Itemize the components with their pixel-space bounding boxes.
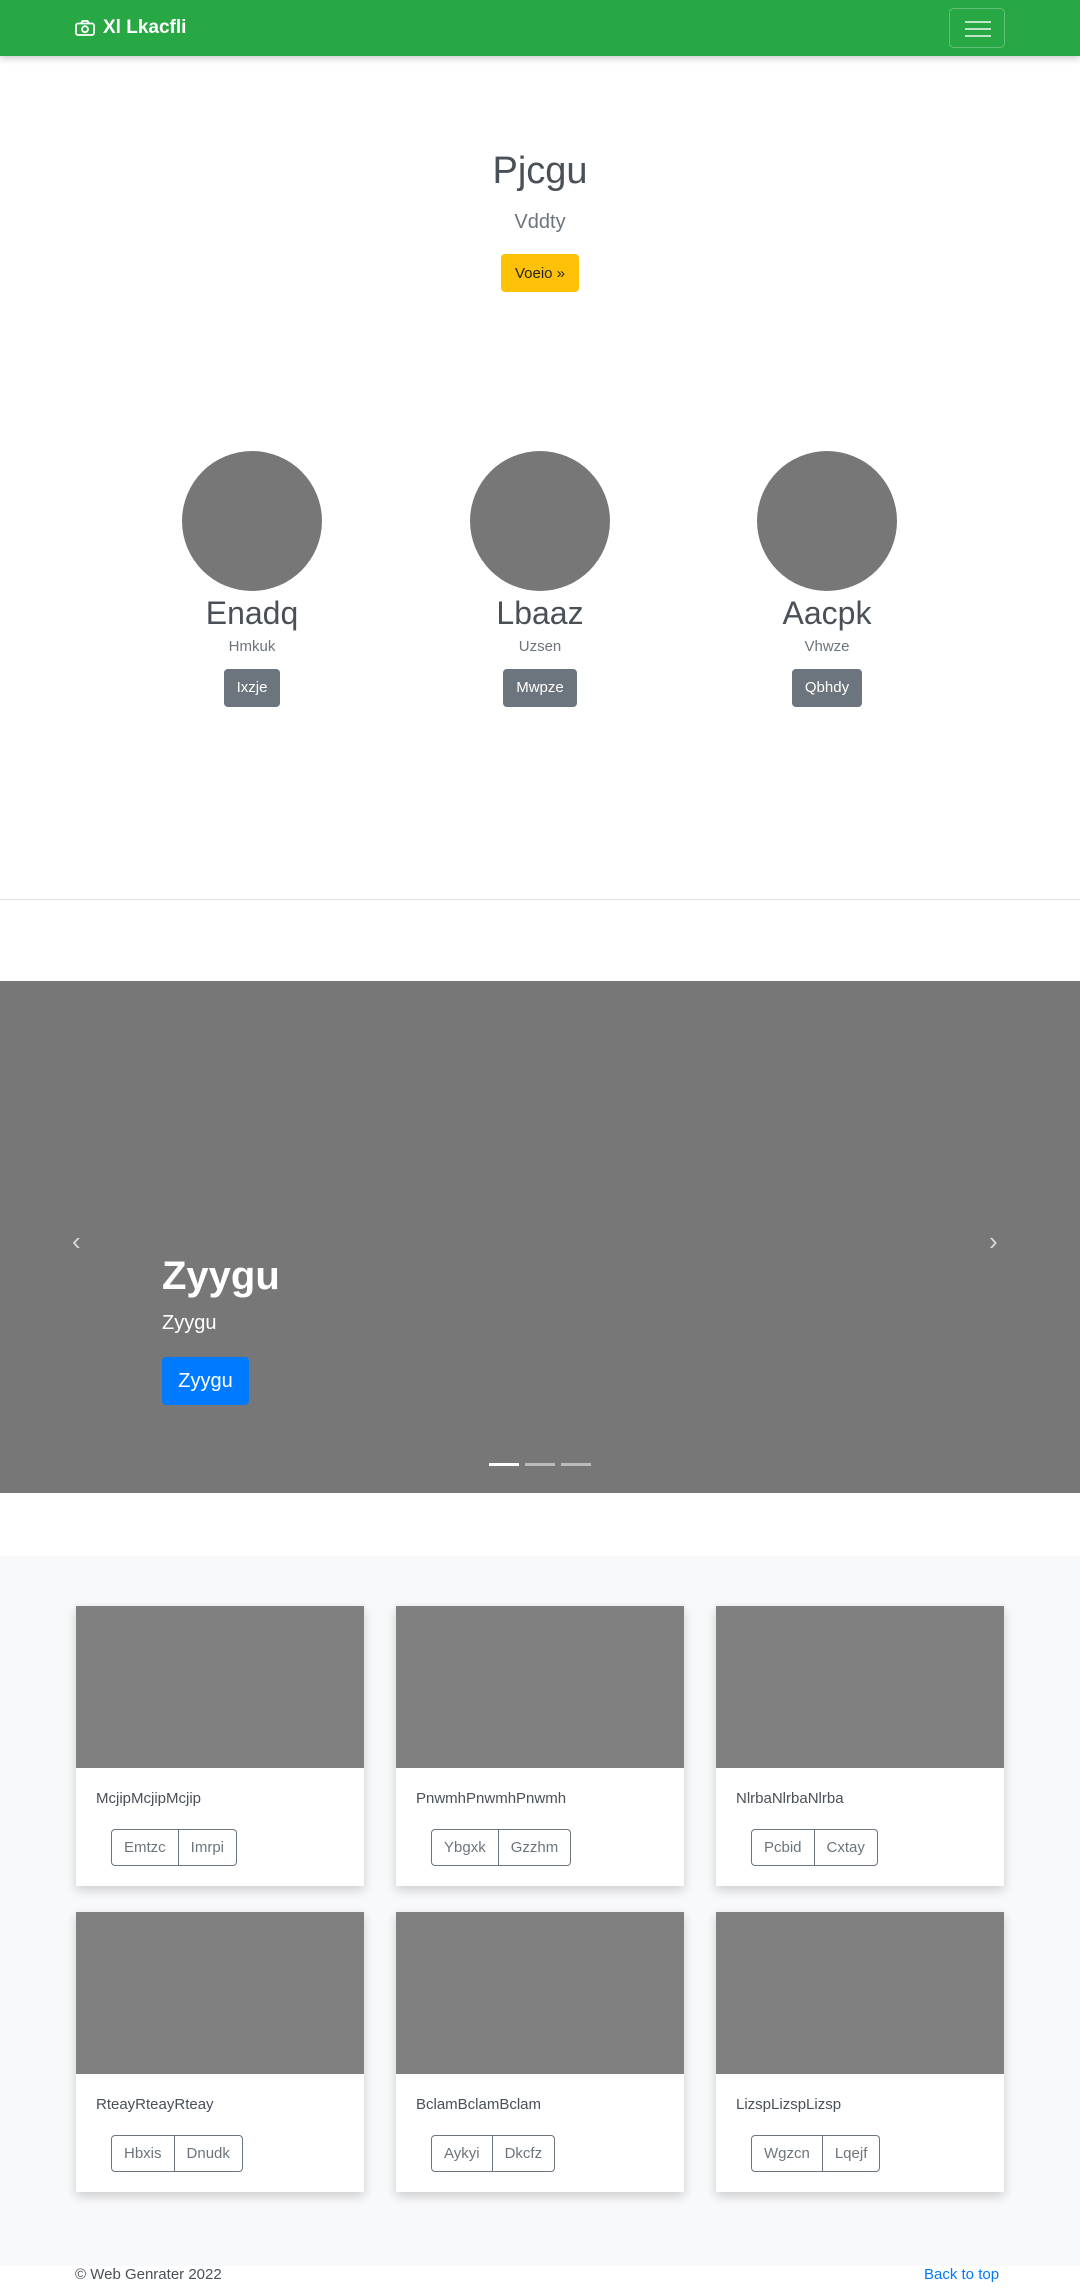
person-button[interactable]: Mwpze xyxy=(503,669,577,707)
card: PnwmhPnwmhPnwmh Ybgxk Gzzhm xyxy=(396,1606,684,1886)
card-button-group: Ybgxk Gzzhm xyxy=(431,1829,572,1866)
card: McjipMcjipMcjip Emtzc Imrpi xyxy=(76,1606,364,1886)
card: BclamBclamBclam Aykyi Dkcfz xyxy=(396,1912,684,2192)
back-to-top-link[interactable]: Back to top xyxy=(924,2266,999,2283)
card-button[interactable]: Dnudk xyxy=(174,2135,243,2172)
person-role: Uzsen xyxy=(518,638,562,655)
card-text: McjipMcjipMcjip xyxy=(96,1790,202,1807)
carousel-indicator-1[interactable] xyxy=(489,1463,519,1466)
hamburger-icon xyxy=(965,21,991,23)
footer-copyright: © Web Genrater 2022 xyxy=(75,2266,222,2283)
carousel-indicator-3[interactable] xyxy=(561,1463,591,1466)
person-role: Hmkuk xyxy=(228,638,276,655)
card-text: RteayRteayRteay xyxy=(96,2096,214,2113)
card-button[interactable]: Dkcfz xyxy=(492,2135,556,2172)
card-text: LizspLizspLizsp xyxy=(736,2096,842,2113)
card-image xyxy=(396,1606,684,1768)
card-button[interactable]: Emtzc xyxy=(111,1829,179,1866)
avatar xyxy=(182,451,322,591)
card-image xyxy=(76,1606,364,1768)
hero-subtitle: Vddty xyxy=(514,211,566,233)
person-name: Enadq xyxy=(205,595,299,631)
camera-icon xyxy=(75,20,95,36)
card-button-group: Hbxis Dnudk xyxy=(111,2135,243,2172)
navbar-toggler-button[interactable] xyxy=(949,8,1005,48)
card-button-group: Pcbid Cxtay xyxy=(751,1829,878,1866)
brand-link[interactable]: Xl Lkacfli xyxy=(75,16,186,40)
card-button[interactable]: Wgzcn xyxy=(751,2135,823,2172)
card-text: BclamBclamBclam xyxy=(416,2096,542,2113)
card-button-group: Emtzc Imrpi xyxy=(111,1829,238,1866)
card: RteayRteayRteay Hbxis Dnudk xyxy=(76,1912,364,2192)
card-button[interactable]: Aykyi xyxy=(431,2135,493,2172)
avatar xyxy=(757,451,897,591)
person-card: Lbaaz Uzsen Mwpze xyxy=(420,451,660,707)
card-button[interactable]: Ybgxk xyxy=(431,1829,499,1866)
carousel: ‹ › Zyygu Zyygu Zyygu xyxy=(0,981,1080,1493)
card-button[interactable]: Cxtay xyxy=(814,1829,878,1866)
card-button-group: Wgzcn Lqejf xyxy=(751,2135,881,2172)
card-image xyxy=(716,1606,1004,1768)
chevron-right-icon[interactable]: › xyxy=(989,1226,1009,1256)
hero-button[interactable]: Voeio » xyxy=(501,254,579,292)
navbar: Xl Lkacfli xyxy=(0,0,1080,56)
carousel-indicator-2[interactable] xyxy=(525,1463,555,1466)
card-image xyxy=(76,1912,364,2074)
carousel-subtitle: Zyygu xyxy=(162,1312,217,1334)
card-text: NlrbaNlrbaNlrba xyxy=(736,1790,844,1807)
section-divider xyxy=(0,899,1080,900)
card-image xyxy=(716,1912,1004,2074)
card-button[interactable]: Gzzhm xyxy=(498,1829,572,1866)
person-card: Enadq Hmkuk Ixzje xyxy=(132,451,372,707)
chevron-left-icon[interactable]: ‹ xyxy=(72,1226,92,1256)
brand-text: Xl Lkacfli xyxy=(103,17,187,38)
person-button[interactable]: Ixzje xyxy=(223,669,281,707)
card-button[interactable]: Pcbid xyxy=(751,1829,815,1866)
card-image xyxy=(396,1912,684,2074)
person-button[interactable]: Qbhdy xyxy=(791,669,863,707)
avatar xyxy=(470,451,610,591)
person-card: Aacpk Vhwze Qbhdy xyxy=(707,451,947,707)
card-button-group: Aykyi Dkcfz xyxy=(431,2135,556,2172)
card-button[interactable]: Imrpi xyxy=(178,1829,238,1866)
card-button[interactable]: Hbxis xyxy=(111,2135,175,2172)
card-button[interactable]: Lqejf xyxy=(822,2135,881,2172)
hero-title: Pjcgu xyxy=(492,150,588,192)
carousel-title: Zyygu xyxy=(162,1254,280,1298)
card-text: PnwmhPnwmhPnwmh xyxy=(416,1790,567,1807)
carousel-button[interactable]: Zyygu xyxy=(162,1357,249,1405)
person-name: Lbaaz xyxy=(496,595,584,631)
card: LizspLizspLizsp Wgzcn Lqejf xyxy=(716,1912,1004,2192)
person-role: Vhwze xyxy=(804,638,850,655)
card: NlrbaNlrbaNlrba Pcbid Cxtay xyxy=(716,1606,1004,1886)
person-name: Aacpk xyxy=(782,595,872,631)
